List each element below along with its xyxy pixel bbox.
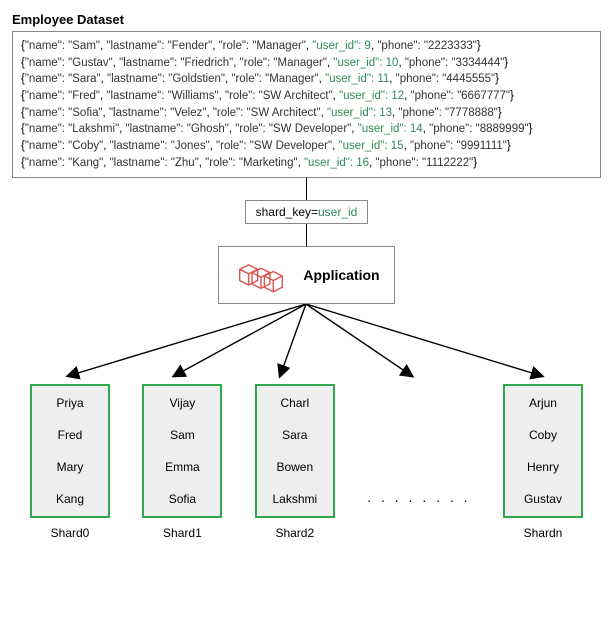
shard-item: Sara xyxy=(282,428,307,442)
shard-box: Priya Fred Mary Kang xyxy=(30,384,110,518)
shard-box: Vijay Sam Emma Sofia xyxy=(142,384,222,518)
shard-key-prefix: shard_key= xyxy=(256,205,318,219)
shard-column-2: Charl Sara Bowen Lakshmi Shard2 xyxy=(255,384,335,540)
shard-box: Arjun Coby Henry Gustav xyxy=(503,384,583,518)
shard-item: Charl xyxy=(280,396,309,410)
shard-label: Shardn xyxy=(524,526,563,540)
vertical-line xyxy=(306,178,307,200)
shard-item: Kang xyxy=(56,492,84,506)
shards-row: Priya Fred Mary Kang Shard0 Vijay Sam Em… xyxy=(12,384,601,540)
connector-top: shard_key=user_id Application xyxy=(12,178,601,304)
dataset-title: Employee Dataset xyxy=(12,12,601,27)
shard-item: Coby xyxy=(529,428,557,442)
shard-column-0: Priya Fred Mary Kang Shard0 xyxy=(30,384,110,540)
shard-item: Vijay xyxy=(170,396,196,410)
shard-item: Mary xyxy=(57,460,84,474)
dataset-box: {"name": "Sam", "lastname": "Fender", "r… xyxy=(12,31,601,178)
shard-key-value: user_id xyxy=(318,205,357,219)
shard-item: Gustav xyxy=(524,492,562,506)
shard-item: Lakshmi xyxy=(272,492,317,506)
shard-item: Sofia xyxy=(169,492,196,506)
shard-item: Emma xyxy=(165,460,200,474)
shard-label: Shard2 xyxy=(275,526,314,540)
application-label: Application xyxy=(303,267,379,283)
shard-label: Shard0 xyxy=(51,526,90,540)
shard-item: Fred xyxy=(58,428,83,442)
shard-box: Charl Sara Bowen Lakshmi xyxy=(255,384,335,518)
shard-item: Arjun xyxy=(529,396,557,410)
shard-item: Sam xyxy=(170,428,195,442)
dataset-row: {"name": "Sara", "lastname": "Goldstien"… xyxy=(21,71,592,88)
dataset-row: {"name": "Sofia", "lastname": "Velez", "… xyxy=(21,105,592,122)
shard-item: Henry xyxy=(527,460,559,474)
vertical-line xyxy=(306,224,307,246)
shard-key-box: shard_key=user_id xyxy=(245,200,369,224)
dataset-row: {"name": "Sam", "lastname": "Fender", "r… xyxy=(21,38,592,55)
arrows-area xyxy=(12,304,601,384)
dataset-row: {"name": "Lakshmi", "lastname": "Ghosh",… xyxy=(21,121,592,138)
shard-item: Bowen xyxy=(276,460,313,474)
dataset-row: {"name": "Fred", "lastname": "Williams",… xyxy=(21,88,592,105)
dataset-row: {"name": "Coby", "lastname": "Jones", "r… xyxy=(21,138,592,155)
dataset-row: {"name": "Gustav", "lastname": "Friedric… xyxy=(21,55,592,72)
shard-label: Shard1 xyxy=(163,526,202,540)
dataset-row: {"name": "Kang", "lastname": "Zhu", "rol… xyxy=(21,155,592,172)
application-box: Application xyxy=(218,246,394,304)
shard-column-n: Arjun Coby Henry Gustav Shardn xyxy=(503,384,583,540)
ellipsis: . . . . . . . . xyxy=(367,419,470,505)
shard-column-1: Vijay Sam Emma Sofia Shard1 xyxy=(142,384,222,540)
shard-item: Priya xyxy=(56,396,83,410)
cubes-icon xyxy=(233,257,289,293)
